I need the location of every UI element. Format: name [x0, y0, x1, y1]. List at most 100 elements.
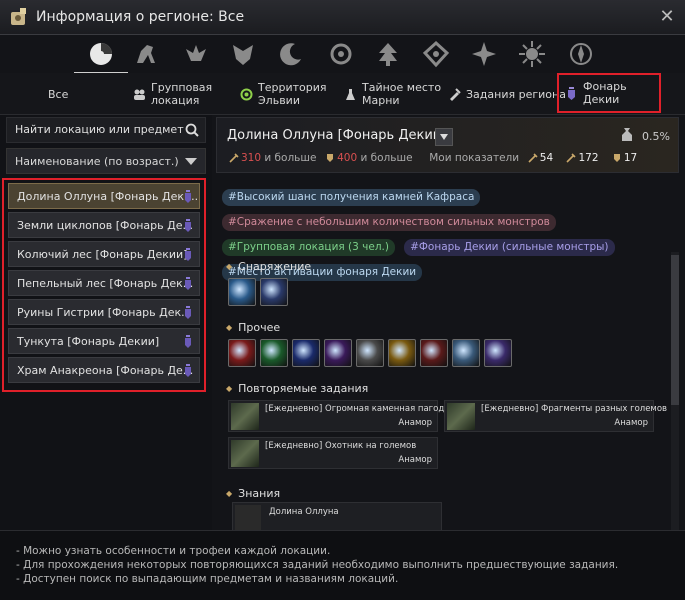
ap-suffix: и больше	[264, 152, 317, 164]
tag: #Сражение с небольшим количеством сильны…	[222, 214, 556, 231]
item-icon[interactable]	[228, 339, 256, 367]
tree-icon[interactable]	[373, 39, 403, 69]
item-icon[interactable]	[388, 339, 416, 367]
shield-icon	[327, 154, 334, 162]
location-label: Тункута [Фонарь Декии]	[17, 335, 160, 348]
tab-marni-secret[interactable]: Тайное место Марни	[344, 75, 441, 113]
scrollbar-thumb[interactable]	[671, 255, 679, 405]
lantern-icon	[185, 277, 191, 290]
item-icon[interactable]	[324, 339, 352, 367]
tab-label: Территория Эльвии	[258, 81, 327, 107]
item-icon[interactable]	[292, 339, 320, 367]
my-dp: 17	[623, 152, 638, 164]
drop-rate: 0.5%	[642, 130, 670, 143]
sun-icon[interactable]	[517, 39, 547, 69]
close-icon[interactable]: ✕	[657, 7, 677, 27]
list-item[interactable]: Тункута [Фонарь Декии]	[8, 328, 200, 354]
star-icon[interactable]	[469, 39, 499, 69]
title-bar: Информация о регионе: Все ✕	[0, 0, 685, 35]
lantern-icon	[185, 364, 191, 377]
sort-label: Наименование (по возраст.)	[15, 155, 179, 168]
griffin-icon[interactable]	[181, 39, 211, 69]
list-item[interactable]: Колючий лес [Фонарь Декии]	[8, 241, 200, 267]
tab-label: Тайное место Марни	[362, 81, 442, 107]
item-icon[interactable]	[452, 339, 480, 367]
moon-icon[interactable]	[276, 39, 306, 69]
item-icon[interactable]	[228, 278, 256, 306]
location-label: Долина Оллуна [Фонарь Деки...	[17, 190, 200, 203]
temple-icon[interactable]	[421, 39, 451, 69]
list-item[interactable]: Храм Анакреона [Фонарь Де...	[8, 357, 200, 383]
help-line: - Для прохождения некоторых повторяющихс…	[16, 559, 619, 571]
knowledge-card[interactable]: Долина Оллуна	[232, 502, 442, 530]
chevron-down-icon	[185, 158, 197, 165]
location-label: Колючий лес [Фонарь Декии]	[17, 248, 188, 261]
crest-icon[interactable]	[228, 39, 258, 69]
required-ap: 310	[241, 152, 262, 164]
compass-icon[interactable]	[566, 39, 596, 69]
quest-icon	[450, 87, 461, 101]
help-footer: - Можно узнать особенности и трофеи кажд…	[0, 530, 685, 600]
region-info-icon	[11, 8, 26, 25]
item-icon[interactable]	[260, 339, 288, 367]
tab-label: Все	[48, 87, 69, 101]
quest-thumbnail	[231, 440, 259, 467]
tab-label: Фонарь Декии	[583, 80, 627, 106]
emblem-icon[interactable]	[326, 39, 356, 69]
search-placeholder: Найти локацию или предмет	[15, 123, 184, 136]
location-title: Долина Оллуна [Фонарь Декии]	[227, 128, 447, 143]
item-icon[interactable]	[420, 339, 448, 367]
flask-icon	[346, 88, 355, 100]
quest-npc: Анамор	[614, 418, 648, 428]
quest-thumbnail	[447, 403, 475, 430]
tab-elvia-territory[interactable]: Территория Эльвии	[240, 75, 327, 113]
tab-dekia-lantern[interactable]: Фонарь Декии	[557, 73, 661, 113]
item-icon[interactable]	[356, 339, 384, 367]
quest-card[interactable]: [Ежедневно] Огромная каменная пагода Ана…	[228, 400, 449, 432]
list-item[interactable]: Пепельный лес [Фонарь Дек...	[8, 270, 200, 296]
search-input[interactable]: Найти локацию или предмет	[6, 117, 206, 143]
required-dp: 400	[337, 152, 358, 164]
location-label: Пепельный лес [Фонарь Дек...	[17, 277, 194, 290]
my-ap: 54	[539, 152, 554, 164]
equipment-items	[228, 278, 288, 306]
location-label: Храм Анакреона [Фонарь Де...	[17, 364, 194, 377]
location-list: Долина Оллуна [Фонарь Деки... Земли цикл…	[2, 178, 206, 392]
lantern-icon	[185, 335, 191, 348]
list-item[interactable]: Долина Оллуна [Фонарь Деки...	[8, 183, 200, 209]
knowledge-thumbnail	[235, 505, 261, 530]
tab-group-location[interactable]: Групповая локация	[133, 75, 212, 113]
quest-card[interactable]: [Ежедневно] Охотник на големов Анамор	[228, 437, 438, 469]
category-icon-bar	[0, 35, 685, 74]
pie-chart-icon[interactable]	[74, 39, 128, 74]
list-item[interactable]: Руины Гистрии [Фонарь Дек...	[8, 299, 200, 325]
detail-scroll-area: Снаряжение Прочее Повторяемые задания [Е…	[216, 252, 676, 530]
tab-label: Групповая локация	[151, 81, 213, 107]
search-icon[interactable]	[185, 123, 199, 137]
shield-icon	[613, 154, 620, 162]
list-item[interactable]: Земли циклопов [Фонарь Де...	[8, 212, 200, 238]
item-icon[interactable]	[260, 278, 288, 306]
loot-bag-icon	[622, 128, 632, 141]
tab-region-quests[interactable]: Задания региона	[448, 75, 566, 113]
tab-all[interactable]: Все	[48, 75, 68, 113]
sort-dropdown[interactable]: Наименование (по возраст.)	[6, 148, 206, 174]
item-icon[interactable]	[484, 339, 512, 367]
location-detail-panel: Долина Оллуна [Фонарь Декии] 0.5% 310 и …	[212, 115, 685, 530]
quest-npc: Анамор	[398, 418, 432, 428]
location-sidebar: Найти локацию или предмет Наименование (…	[0, 115, 212, 530]
knowledge-title: Долина Оллуна	[269, 507, 339, 517]
window-title: Информация о регионе: Все	[36, 9, 245, 25]
my-stats-label: Мои показатели	[429, 152, 520, 164]
lantern-icon	[185, 306, 191, 319]
location-label: Руины Гистрии [Фонарь Дек...	[17, 306, 192, 319]
quest-title: [Ежедневно] Охотник на големов	[265, 441, 417, 451]
location-dropdown-button[interactable]	[435, 128, 453, 146]
other-items	[228, 339, 512, 367]
help-line: - Можно узнать особенности и трофеи кажд…	[16, 545, 331, 557]
lantern-icon	[185, 248, 191, 261]
tag: #Высокий шанс получения камней Кафраса	[222, 189, 481, 206]
quest-npc: Анамор	[398, 455, 432, 465]
horse-icon[interactable]	[131, 39, 161, 69]
quest-card[interactable]: [Ежедневно] Фрагменты разных големов Ана…	[444, 400, 667, 432]
